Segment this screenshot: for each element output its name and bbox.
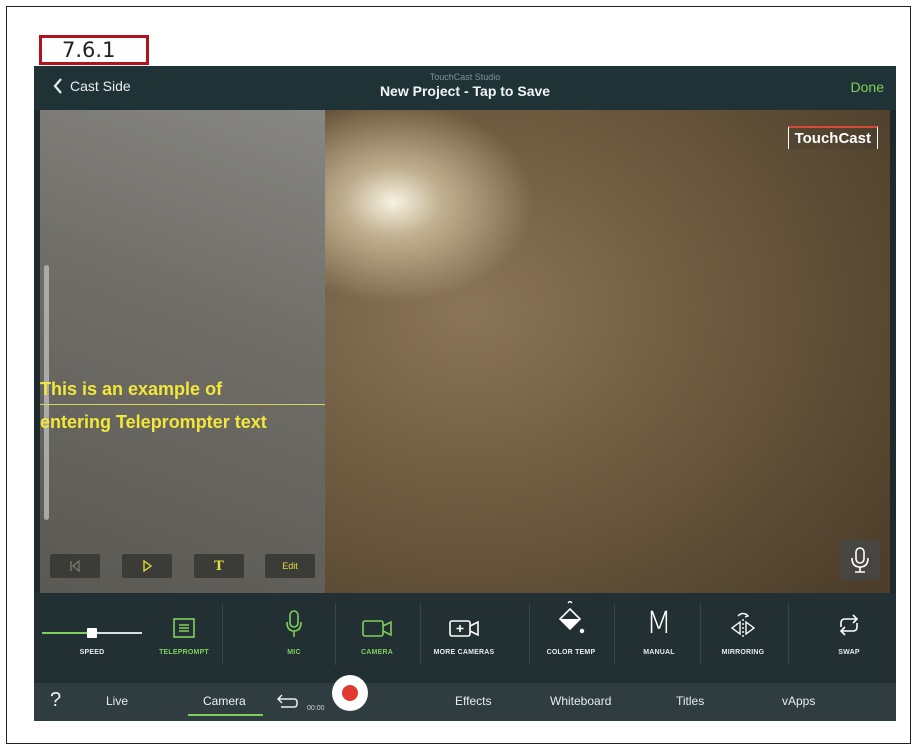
undo-button[interactable] xyxy=(276,693,299,714)
touchcast-logo: TouchCast xyxy=(787,126,878,149)
toolbar-divider xyxy=(529,603,530,665)
tab-camera[interactable]: Camera xyxy=(203,694,246,708)
video-camera-icon xyxy=(362,620,392,637)
timecode: 00:00 xyxy=(307,705,325,712)
speed-label: SPEED xyxy=(79,649,105,656)
done-button[interactable]: Done xyxy=(851,79,884,95)
project-title[interactable]: New Project - Tap to Save xyxy=(34,83,896,99)
play-button[interactable] xyxy=(122,554,172,578)
help-icon[interactable]: ? xyxy=(50,689,61,712)
toolbar-divider xyxy=(222,603,223,665)
teleprompter-panel xyxy=(40,110,325,593)
top-nav-bar: Cast Side TouchCast Studio New Project -… xyxy=(34,66,896,110)
manual-button[interactable]: M MANUAL xyxy=(624,593,694,683)
toolbar-divider xyxy=(614,603,615,665)
toolbar-divider xyxy=(335,603,336,665)
tab-titles[interactable]: Titles xyxy=(676,694,704,708)
edit-button[interactable]: Edit xyxy=(265,554,315,578)
active-tab-indicator xyxy=(188,714,263,716)
add-camera-icon xyxy=(449,620,479,637)
play-icon xyxy=(143,560,153,572)
rewind-button[interactable] xyxy=(50,554,100,578)
manual-label: MANUAL xyxy=(643,649,675,656)
record-button[interactable] xyxy=(332,675,368,711)
toolbar-divider xyxy=(420,603,421,665)
camera-label: CAMERA xyxy=(361,649,393,656)
record-dot-icon xyxy=(342,685,358,701)
teleprompter-text-line: This is an example of xyxy=(40,379,223,399)
teleprompter-reading-line xyxy=(40,404,325,405)
teleprompter-icon xyxy=(173,618,195,638)
speed-slider[interactable] xyxy=(42,627,142,639)
speed-slider-fill xyxy=(42,632,92,634)
camera-button[interactable]: CAMERA xyxy=(342,593,412,683)
bottom-tab-bar: ? Live Camera 00:00 Effects Whiteboard T… xyxy=(34,675,896,721)
tab-whiteboard[interactable]: Whiteboard xyxy=(550,694,611,708)
text-format-button[interactable]: T xyxy=(194,554,244,578)
microphone-icon xyxy=(851,547,869,573)
mirror-icon xyxy=(730,612,756,637)
mirroring-button[interactable]: MIRRORING xyxy=(708,593,778,683)
microphone-icon xyxy=(286,610,302,637)
mic-label: MIC xyxy=(287,649,301,656)
camera-preview: This is an example of entering Telepromp… xyxy=(40,110,890,593)
touchcast-app: Cast Side TouchCast Studio New Project -… xyxy=(34,66,896,721)
paint-bucket-icon xyxy=(558,601,585,634)
toolbar-divider xyxy=(700,603,701,665)
swap-label: SWAP xyxy=(838,649,860,656)
undo-icon xyxy=(276,694,298,708)
teleprompter-controls: T Edit xyxy=(50,554,320,578)
more-cameras-label: MORE CAMERAS xyxy=(433,649,495,656)
floating-mic-button[interactable] xyxy=(840,540,880,580)
speed-slider-knob[interactable] xyxy=(87,628,97,638)
tab-vapps[interactable]: vApps xyxy=(782,694,815,708)
studio-label: TouchCast Studio xyxy=(429,72,501,82)
mic-button[interactable]: MIC xyxy=(259,593,329,683)
manual-m-icon: M xyxy=(646,606,672,641)
tab-live[interactable]: Live xyxy=(106,694,128,708)
toolbar-divider xyxy=(788,603,789,665)
mirroring-label: MIRRORING xyxy=(721,649,765,656)
figure-label: 7.6.1 xyxy=(39,35,149,65)
more-cameras-button[interactable]: MORE CAMERAS xyxy=(422,593,506,683)
color-temp-button[interactable]: COLOR TEMP xyxy=(536,593,606,683)
tab-effects[interactable]: Effects xyxy=(455,694,491,708)
swap-arrows-icon xyxy=(839,614,859,636)
teleprompter-text-line: entering Teleprompter text xyxy=(40,412,267,432)
swap-button[interactable]: SWAP xyxy=(814,593,884,683)
teleprompt-label: TELEPROMPT xyxy=(159,649,209,656)
color-temp-label: COLOR TEMP xyxy=(546,649,596,656)
tool-bar: SPEED TELEPROMPT MIC CAMERA MORE CAMERAS xyxy=(34,593,896,683)
teleprompt-button[interactable]: TELEPROMPT xyxy=(149,593,219,683)
skip-back-icon xyxy=(70,560,80,572)
